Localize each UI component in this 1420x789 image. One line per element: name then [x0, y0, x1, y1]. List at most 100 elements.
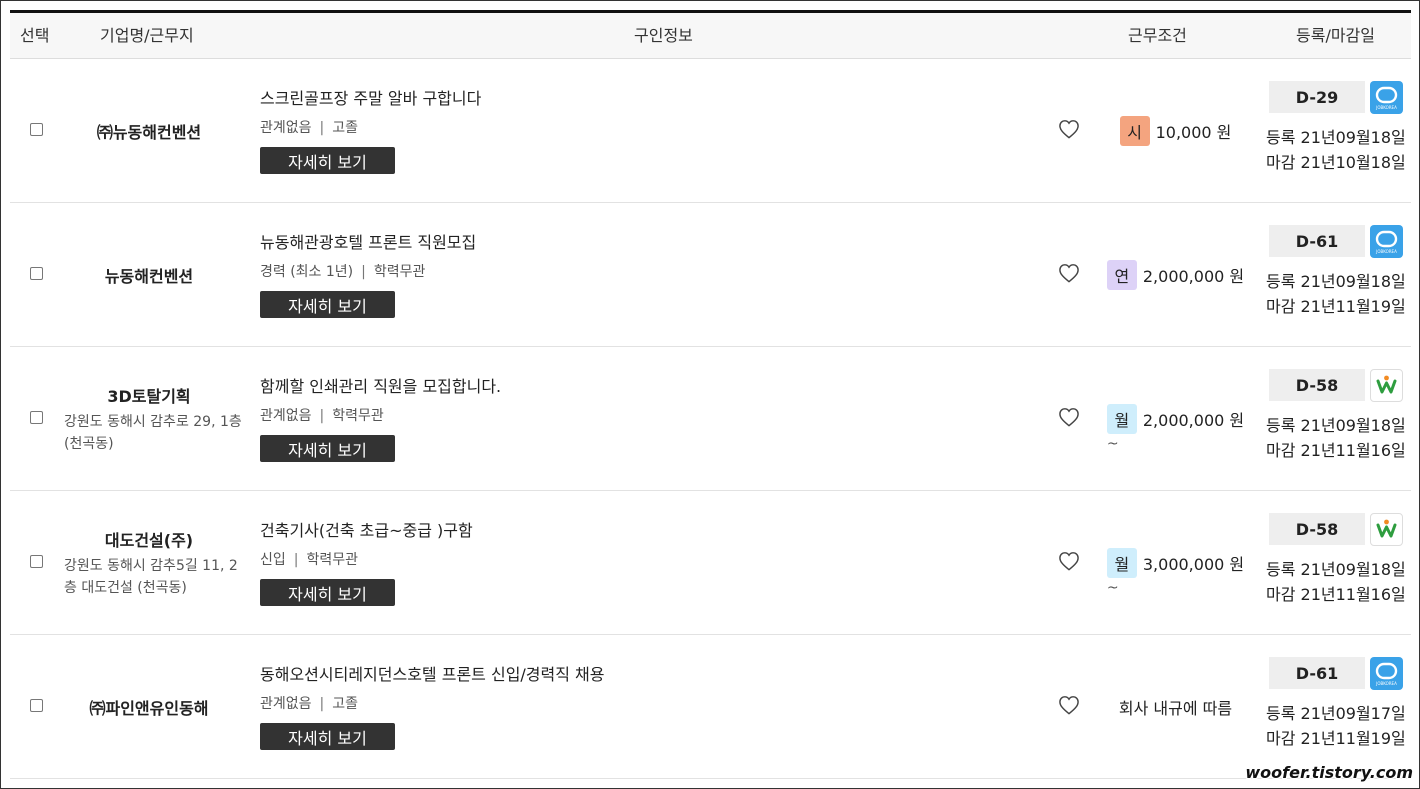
- select-checkbox[interactable]: [30, 699, 43, 712]
- job-requirements: 관계없음 | 고졸: [260, 117, 358, 137]
- pay-wrap: 월 2,000,000 원 ~: [1106, 404, 1245, 452]
- education-text: 고졸: [332, 120, 359, 136]
- table-row: 대도건설(주) 강원도 동해시 감추5길 11, 2층 대도건설 (천곡동) 건…: [10, 491, 1411, 635]
- experience-text: 관계없음: [260, 696, 312, 712]
- company-cell: 뉴동해컨벤션: [50, 203, 248, 347]
- select-checkbox[interactable]: [30, 411, 43, 424]
- registered-date: 등록 21년09월18일: [1266, 128, 1406, 147]
- company-name[interactable]: ㈜뉴동해컨벤션: [97, 119, 201, 143]
- d-day-badge: D-58: [1269, 513, 1365, 545]
- heart-icon[interactable]: [1058, 119, 1080, 139]
- view-details-button[interactable]: 자세히 보기: [260, 147, 395, 174]
- select-checkbox[interactable]: [30, 267, 43, 280]
- education-text: 학력무관: [373, 264, 426, 280]
- jobkorea-logo[interactable]: JOBKOREA: [1370, 657, 1403, 690]
- jobkorea-logo[interactable]: JOBKOREA: [1370, 225, 1403, 258]
- table-header: 선택 기업명/근무지 구인정보 근무조건 등록/마감일: [10, 13, 1411, 59]
- job-listing-panel: 선택 기업명/근무지 구인정보 근무조건 등록/마감일 ㈜뉴동해컨벤션 스크린골…: [0, 0, 1420, 789]
- pay-range-tilde: ~: [1106, 580, 1119, 596]
- pay-wrap: 시 10,000 원: [1119, 116, 1232, 146]
- job-title[interactable]: 뉴동해관광호텔 프론트 직원모집: [260, 229, 476, 253]
- meta-divider: |: [319, 120, 325, 136]
- view-details-button[interactable]: 자세히 보기: [260, 723, 395, 750]
- job-title[interactable]: 스크린골프장 주말 알바 구합니다: [260, 85, 481, 109]
- watermark: woofer.tistory.com: [1245, 763, 1413, 782]
- select-checkbox[interactable]: [30, 555, 43, 568]
- job-requirements: 관계없음 | 고졸: [260, 693, 358, 713]
- company-cell: 3D토탈기획 강원도 동해시 감추로 29, 1층 (천곡동): [50, 347, 248, 491]
- header-dates: 등록/마감일: [1296, 26, 1375, 45]
- pay-amount: 3,000,000 원: [1142, 555, 1245, 574]
- d-day-badge: D-58: [1269, 369, 1365, 401]
- header-company: 기업명/근무지: [100, 26, 194, 45]
- header-job-info: 구인정보: [634, 26, 693, 45]
- jobkorea-wordmark: JOBKOREA: [1375, 681, 1397, 686]
- date-block: 등록 21년09월18일 마감 21년11월19일: [1266, 269, 1406, 319]
- company-name[interactable]: 뉴동해컨벤션: [105, 263, 193, 287]
- pay-range-tilde: ~: [1106, 436, 1119, 452]
- table-body: ㈜뉴동해컨벤션 스크린골프장 주말 알바 구합니다 관계없음 | 고졸 자세히 보기…: [10, 59, 1411, 779]
- date-block: 등록 21년09월17일 마감 21년11월19일: [1266, 701, 1406, 751]
- company-address: 강원도 동해시 감추로 29, 1층 (천곡동): [64, 414, 242, 452]
- pay-type-badge: 월: [1106, 548, 1137, 578]
- company-cell: ㈜뉴동해컨벤션: [50, 59, 248, 203]
- heart-icon[interactable]: [1058, 407, 1080, 427]
- deadline-date: 마감 21년11월16일: [1266, 585, 1406, 604]
- experience-text: 신입: [260, 552, 286, 568]
- registered-date: 등록 21년09월18일: [1266, 560, 1406, 579]
- education-text: 학력무관: [332, 408, 384, 424]
- table-row: ㈜뉴동해컨벤션 스크린골프장 주말 알바 구합니다 관계없음 | 고졸 자세히 보기…: [10, 59, 1411, 203]
- meta-divider: |: [293, 552, 299, 568]
- deadline-date: 마감 21년11월19일: [1266, 297, 1406, 316]
- view-details-button[interactable]: 자세히 보기: [260, 291, 395, 318]
- job-title[interactable]: 함께할 인쇄관리 직원을 모집합니다.: [260, 373, 501, 397]
- table-row: ㈜파인앤유인동해 동해오션시티레지던스호텔 프론트 신입/경력직 채용 관계없음…: [10, 635, 1411, 779]
- worknet-logo[interactable]: [1370, 369, 1403, 402]
- date-block: 등록 21년09월18일 마감 21년11월16일: [1266, 413, 1406, 463]
- meta-divider: |: [361, 264, 366, 280]
- pay-amount: 10,000 원: [1155, 123, 1232, 142]
- pay-wrap: 회사 내규에 따름: [1119, 695, 1232, 719]
- company-name[interactable]: ㈜파인앤유인동해: [89, 695, 208, 719]
- view-details-button[interactable]: 자세히 보기: [260, 579, 395, 606]
- jobkorea-icon: JOBKOREA: [1375, 86, 1398, 110]
- date-block: 등록 21년09월18일 마감 21년11월16일: [1266, 557, 1406, 607]
- header-select: 선택: [20, 26, 50, 45]
- meta-divider: |: [319, 408, 325, 424]
- worknet-logo[interactable]: [1370, 513, 1403, 546]
- heart-icon[interactable]: [1058, 695, 1080, 715]
- company-name[interactable]: 3D토탈기획: [107, 383, 190, 407]
- pay-condition: 월 2,000,000 원 ~: [1103, 347, 1248, 491]
- registered-date: 등록 21년09월18일: [1266, 272, 1406, 291]
- pay-type-badge: 월: [1106, 404, 1137, 434]
- education-text: 고졸: [332, 696, 359, 712]
- job-requirements: 경력 (최소 1년) | 학력무관: [260, 261, 425, 281]
- select-checkbox[interactable]: [30, 123, 43, 136]
- registered-date: 등록 21년09월17일: [1266, 704, 1406, 723]
- experience-text: 관계없음: [260, 408, 312, 424]
- pay-condition: 시 10,000 원: [1103, 59, 1248, 203]
- pay-condition: 월 3,000,000 원 ~: [1103, 491, 1248, 635]
- d-day-badge: D-61: [1269, 225, 1365, 257]
- jobkorea-wordmark: JOBKOREA: [1375, 249, 1397, 254]
- table-row: 3D토탈기획 강원도 동해시 감추로 29, 1층 (천곡동) 함께할 인쇄관리…: [10, 347, 1411, 491]
- company-cell: 대도건설(주) 강원도 동해시 감추5길 11, 2층 대도건설 (천곡동): [50, 491, 248, 635]
- jobkorea-logo[interactable]: JOBKOREA: [1370, 81, 1403, 114]
- d-day-badge: D-29: [1269, 81, 1365, 113]
- registered-date: 등록 21년09월18일: [1266, 416, 1406, 435]
- heart-icon[interactable]: [1058, 263, 1080, 283]
- education-text: 학력무관: [306, 552, 359, 568]
- view-details-button[interactable]: 자세히 보기: [260, 435, 395, 462]
- job-title[interactable]: 동해오션시티레지던스호텔 프론트 신입/경력직 채용: [260, 661, 605, 685]
- deadline-date: 마감 21년11월19일: [1266, 729, 1406, 748]
- job-requirements: 신입 | 학력무관: [260, 549, 358, 569]
- pay-wrap: 월 3,000,000 원 ~: [1106, 548, 1245, 596]
- pay-condition: 회사 내규에 따름: [1103, 635, 1248, 779]
- heart-icon[interactable]: [1058, 551, 1080, 571]
- company-name[interactable]: 대도건설(주): [105, 527, 193, 551]
- company-cell: ㈜파인앤유인동해: [50, 635, 248, 779]
- job-title[interactable]: 건축기사(건축 초급~중급 )구함: [260, 517, 473, 541]
- pay-amount: 2,000,000 원: [1142, 411, 1245, 430]
- pay-wrap: 연 2,000,000 원: [1106, 260, 1244, 290]
- header-conditions: 근무조건: [1128, 26, 1187, 45]
